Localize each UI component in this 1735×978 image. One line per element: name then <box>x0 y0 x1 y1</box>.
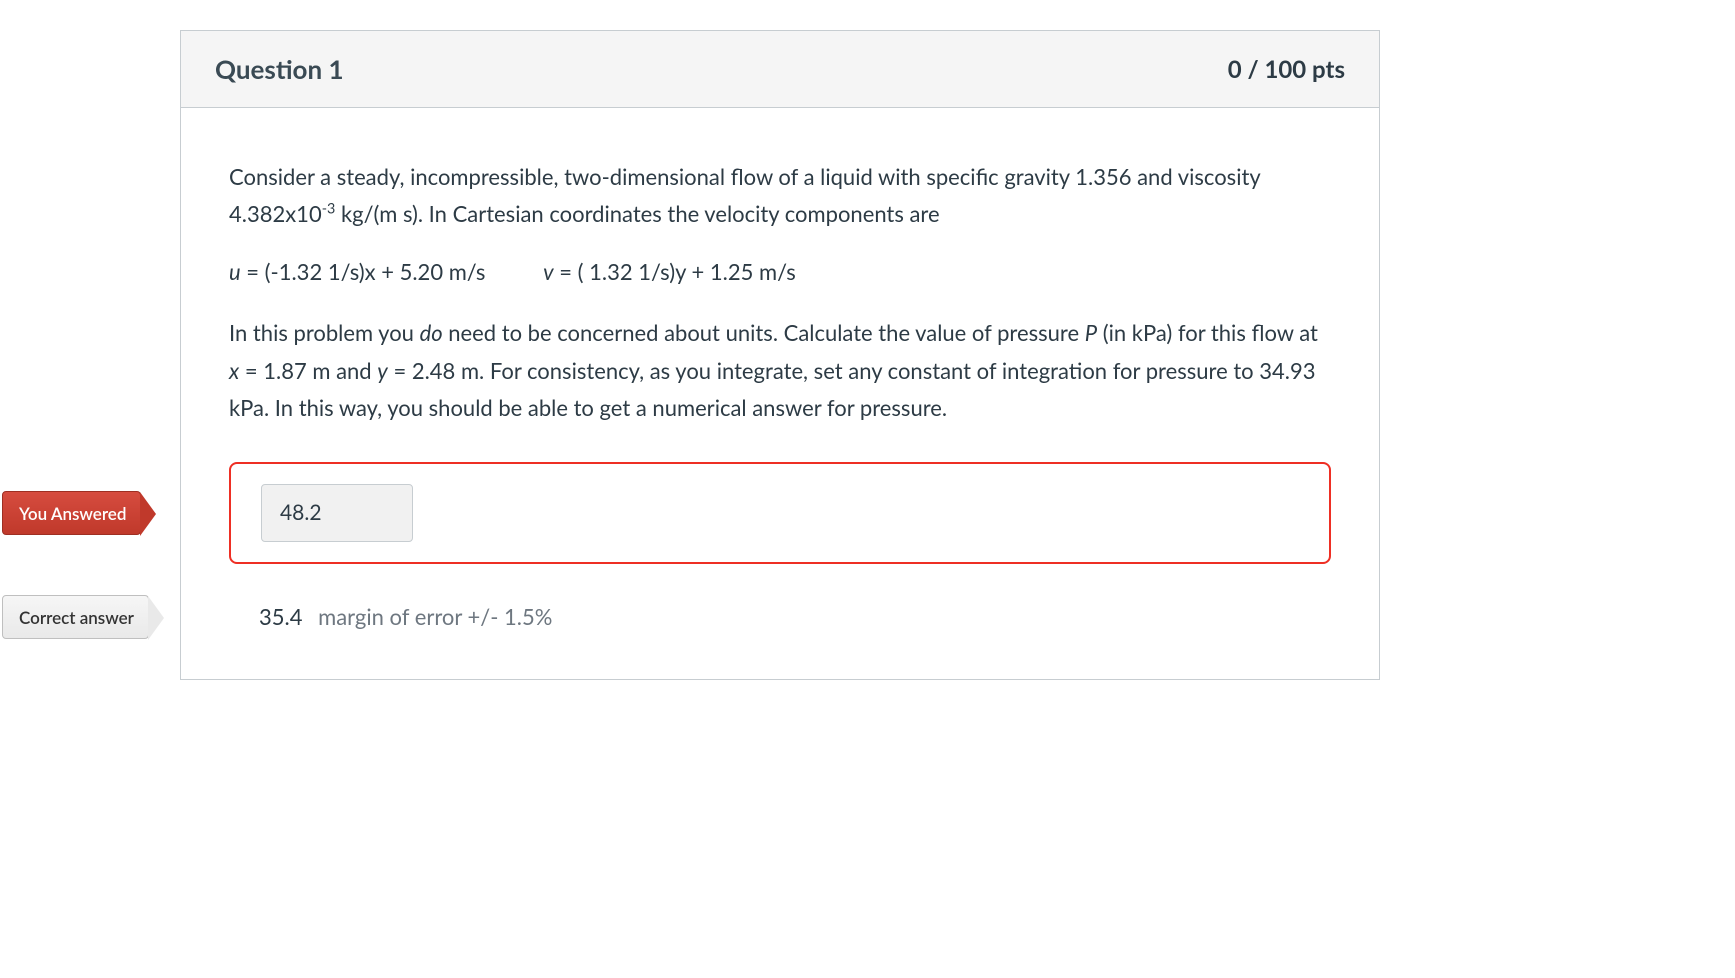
question-wrap: Question 1 0 / 100 pts Consider a steady… <box>180 30 1380 680</box>
eq-u-var: u <box>229 258 241 285</box>
p2-d: = 1.87 m and <box>239 357 377 384</box>
p2-c: (in kPa) for this flow at <box>1097 319 1318 346</box>
card-body: Consider a steady, incompressible, two-d… <box>181 108 1379 679</box>
equation-v: v = ( 1.32 1/s)y + 1.25 m/s <box>543 258 796 285</box>
question-title: Question 1 <box>215 53 344 85</box>
p2-a: In this problem you <box>229 319 420 346</box>
p1-text-b: kg/(m s). In Cartesian coordinates the v… <box>335 200 939 227</box>
eq-v-rest: = ( 1.32 1/s)y + 1.25 m/s <box>554 258 796 285</box>
p2-P: P <box>1085 319 1097 346</box>
card-header: Question 1 0 / 100 pts <box>181 31 1379 108</box>
user-answer-box: 48.2 <box>229 462 1331 564</box>
correct-answer-flag: Correct answer <box>2 595 149 639</box>
p2-do: do <box>420 319 443 346</box>
equation-line: u = (-1.32 1/s)x + 5.20 m/s v = ( 1.32 1… <box>229 253 1331 290</box>
prompt-paragraph-2: In this problem you do need to be concer… <box>229 314 1331 426</box>
p2-x: x <box>229 357 239 384</box>
correct-answer-row: 35.4 margin of error +/- 1.5% <box>229 598 1331 635</box>
p1-sup: -3 <box>322 201 336 218</box>
p2-e: = 2.48 m. For consistency, as you integr… <box>229 357 1316 421</box>
you-answered-flag: You Answered <box>2 491 141 535</box>
points-display: 0 / 100 pts <box>1228 55 1345 84</box>
margin-of-error: margin of error +/- 1.5% <box>318 603 552 630</box>
equation-u: u = (-1.32 1/s)x + 5.20 m/s <box>229 253 485 290</box>
user-answer-value: 48.2 <box>261 484 413 542</box>
question-card: Question 1 0 / 100 pts Consider a steady… <box>180 30 1380 680</box>
prompt-paragraph-1: Consider a steady, incompressible, two-d… <box>229 158 1331 233</box>
eq-v-var: v <box>543 258 554 285</box>
p2-y: y <box>377 357 388 384</box>
eq-u-rest: = (-1.32 1/s)x + 5.20 m/s <box>241 258 486 285</box>
p2-b: need to be concerned about units. Calcul… <box>443 319 1085 346</box>
correct-answer-value: 35.4 <box>259 603 302 630</box>
